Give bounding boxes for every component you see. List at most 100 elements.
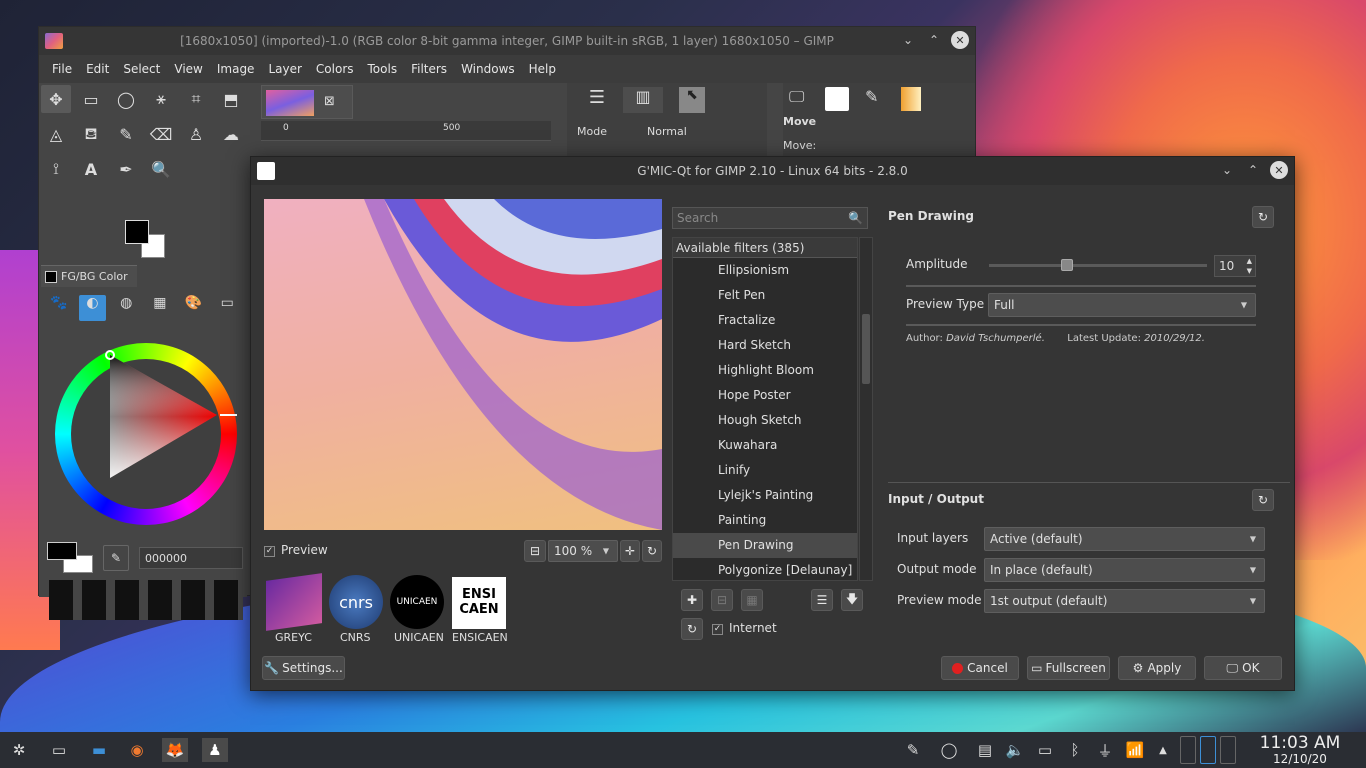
color-picker-icon[interactable]: ✒ (111, 155, 141, 183)
close-button[interactable]: ✕ (951, 31, 969, 49)
ok-button[interactable]: 🖵 OK (1204, 656, 1282, 680)
circle-icon[interactable]: ◯ (936, 738, 962, 762)
menu-file[interactable]: File (45, 62, 79, 76)
gmic-maximize-button[interactable]: ⌃ (1244, 161, 1262, 179)
gmic-close-button[interactable]: ✕ (1270, 161, 1288, 179)
input-layers-combo[interactable]: Active (default) ▼ (984, 527, 1265, 551)
filter-item[interactable]: Hope Poster (673, 383, 857, 408)
filter-item[interactable]: Fractalize (673, 308, 857, 333)
filter-item[interactable]: Linify (673, 458, 857, 483)
menu-tools[interactable]: Tools (361, 62, 405, 76)
bucket-fill-icon[interactable]: ⛾ (76, 120, 106, 148)
filter-item[interactable]: Highlight Bloom (673, 358, 857, 383)
close-tab-icon[interactable]: ⊠ (324, 94, 335, 109)
filter-item[interactable]: Polygonize [Delaunay] (673, 558, 857, 580)
volume-icon[interactable]: 🔈 (1002, 738, 1028, 762)
cancel-button[interactable]: Cancel (941, 656, 1019, 680)
menu-view[interactable]: View (167, 62, 209, 76)
hex-entry[interactable]: 000000 (139, 547, 243, 569)
gimp-selector-icon[interactable]: 🐾 (45, 295, 73, 321)
transform-icon[interactable]: ⬒ (216, 85, 246, 113)
filter-item[interactable]: Hard Sketch (673, 333, 857, 358)
paintbrush-icon[interactable]: ✎ (111, 120, 141, 148)
filter-item[interactable]: Painting (673, 508, 857, 533)
ensicaen-logo[interactable]: ENSI CAEN (452, 577, 506, 629)
remove-fave-button[interactable]: ⊟ (711, 589, 733, 611)
eyedropper-button[interactable]: ✎ (103, 545, 129, 571)
menu-edit[interactable]: Edit (79, 62, 116, 76)
filter-list-scrollbar[interactable] (859, 237, 873, 581)
crop-icon[interactable]: ⌗ (181, 85, 211, 113)
scales-selector-icon[interactable]: ▦ (146, 295, 174, 321)
layers-tab-icon[interactable]: ☰ (577, 87, 617, 113)
paint-tab-icon[interactable]: ✎ (865, 87, 878, 106)
filter-item[interactable]: Felt Pen (673, 283, 857, 308)
wifi-icon[interactable]: 📶 (1122, 738, 1148, 762)
menu-image[interactable]: Image (210, 62, 262, 76)
fuzzy-select-icon[interactable]: ⚹ (146, 85, 176, 113)
color-history[interactable] (49, 580, 243, 620)
channels-tab-icon[interactable]: ▥ (623, 87, 663, 113)
color-triangle[interactable] (55, 343, 237, 525)
gmic-task-icon[interactable]: ♟ (202, 738, 228, 762)
clone-icon[interactable]: ♙ (181, 120, 211, 148)
internet-check[interactable]: ✓ (712, 624, 723, 635)
fg-color-swatch[interactable] (125, 220, 149, 244)
usb-icon[interactable]: ⏚ (1092, 738, 1118, 762)
brush-tab-icon[interactable] (825, 87, 849, 111)
apply-button[interactable]: ⚙ Apply (1118, 656, 1196, 680)
app-launcher-icon[interactable]: ✲ (6, 738, 32, 762)
reset-params-button[interactable]: ↻ (1252, 206, 1274, 228)
battery-icon[interactable]: ▭ (1032, 738, 1058, 762)
output-mode-combo[interactable]: In place (default) ▼ (984, 558, 1265, 582)
maximize-button[interactable]: ⌃ (925, 31, 943, 49)
zoom-out-button[interactable]: ⊟ (524, 540, 546, 562)
filter-item-selected[interactable]: Pen Drawing (673, 533, 857, 558)
color-wheel[interactable] (55, 343, 237, 525)
menu-select[interactable]: Select (116, 62, 167, 76)
tool-options-tab-icon[interactable]: 🖵 (789, 87, 804, 107)
cmyk-selector-icon[interactable]: ▭ (213, 295, 241, 321)
menu-filters[interactable]: Filters (404, 62, 454, 76)
expand-list-button[interactable]: ☰ (811, 589, 833, 611)
preview-check[interactable]: ✓ (264, 546, 275, 557)
preview-mode-combo[interactable]: 1st output (default) ▼ (984, 589, 1265, 613)
filter-item[interactable]: Lylejk's Painting (673, 483, 857, 508)
file-manager-icon[interactable]: ▬ (86, 738, 112, 762)
gmic-titlebar[interactable]: G'MIC-Qt for GIMP 2.10 - Linux 64 bits -… (251, 157, 1294, 185)
eraser-icon[interactable]: ⌫ (146, 120, 176, 148)
menu-colors[interactable]: Colors (309, 62, 361, 76)
fg-mini-swatch[interactable] (47, 542, 77, 560)
zoom-combo[interactable]: 100 % ▼ (548, 540, 618, 562)
palette-selector-icon[interactable]: 🎨 (180, 295, 208, 321)
filter-list[interactable]: Available filters (385) Ellipsionism Fel… (672, 237, 858, 581)
fgbg-tab[interactable]: FG/BG Color (41, 265, 137, 287)
paths-tab-icon[interactable]: ⬉ (679, 87, 705, 113)
tray-expand-icon[interactable]: ▲ (1150, 738, 1176, 762)
pane-splitter[interactable] (888, 482, 1290, 483)
image-tab[interactable]: ⊠ (261, 85, 353, 119)
filter-search-input[interactable]: Search 🔍 (672, 207, 868, 229)
desktop-pager-2[interactable] (1200, 736, 1216, 764)
cnrs-logo[interactable]: cnrs (329, 575, 383, 629)
move-tool-icon[interactable]: ✥ (41, 85, 71, 113)
firefox-icon[interactable]: ◉ (124, 738, 150, 762)
update-filters-button[interactable]: ↻ (681, 618, 703, 640)
pen-icon[interactable]: ✎ (900, 738, 926, 762)
clipboard-icon[interactable]: ▤ (972, 738, 998, 762)
collapse-list-button[interactable]: 🡇 (841, 589, 863, 611)
menu-help[interactable]: Help (522, 62, 563, 76)
add-fave-button[interactable]: ✚ (681, 589, 703, 611)
zoom-icon[interactable]: 🔍 (146, 155, 176, 183)
clock[interactable]: 11:03 AM 12/10/20 (1240, 734, 1360, 766)
menu-windows[interactable]: Windows (454, 62, 522, 76)
system-settings-icon[interactable]: ▭ (46, 738, 72, 762)
greyc-logo[interactable] (266, 573, 322, 631)
warp-icon[interactable]: ◬ (41, 120, 71, 148)
gradient-tab-icon[interactable] (901, 87, 921, 111)
zoom-fit-button[interactable]: ✛ (620, 540, 640, 562)
bluetooth-icon[interactable]: ᛒ (1062, 738, 1088, 762)
rename-fave-button[interactable]: ▦ (741, 589, 763, 611)
wheel-selector-icon[interactable]: ◐ (78, 295, 107, 321)
amplitude-handle[interactable] (1061, 259, 1074, 271)
